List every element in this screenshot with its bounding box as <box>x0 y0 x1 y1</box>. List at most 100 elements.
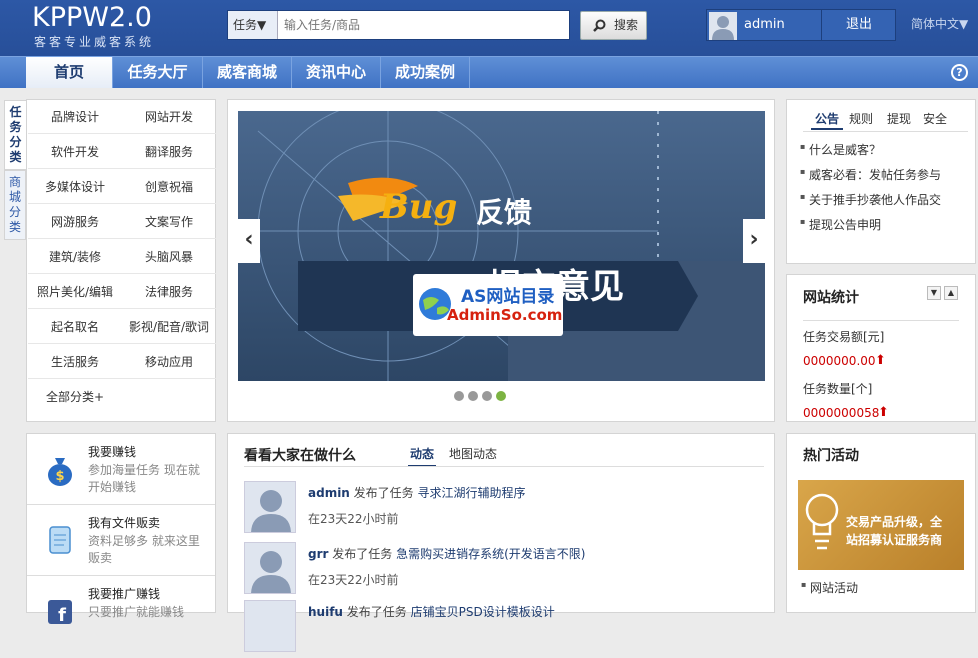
hot-image-text-1: 交易产品升级，全 <box>846 515 943 529</box>
slide-dot[interactable] <box>454 391 464 401</box>
hot-activity-link[interactable]: 网站活动 <box>801 579 858 596</box>
category-item[interactable]: 法律服务 <box>122 275 216 309</box>
stats-panel: 网站统计 ▼ ▲ 任务交易额[元] 0000000.00 ⬆ 任务数量[个] 0… <box>786 274 976 422</box>
slide-dot[interactable] <box>482 391 492 401</box>
user-avatar[interactable] <box>709 12 737 40</box>
tab-security[interactable]: 安全 <box>923 110 947 128</box>
avatar-silhouette-icon <box>251 490 291 532</box>
earn-item[interactable]: f 我要推广赚钱 只要推广就能赚钱 <box>27 576 215 647</box>
svg-text:f: f <box>58 605 66 626</box>
banner-next-arrow[interactable]: › <box>743 219 765 263</box>
user-avatar[interactable] <box>244 600 296 652</box>
hot-image-text-2: 站招募认证服务商 <box>846 533 943 547</box>
activity-time: 在23天22小时前 <box>308 573 399 587</box>
category-item[interactable]: 头脑风暴 <box>122 240 216 274</box>
watermark-top: AS网站目录 <box>461 287 555 307</box>
header-bar: KPPW2.0 客客专业威客系统 任务▼ 搜索 admin 退出 简体中文▼ <box>0 0 978 56</box>
category-item[interactable]: 软件开发 <box>28 135 122 169</box>
banner-slide[interactable]: Bug 反馈 提交意见 AS网站目录 AdminSo.com <box>238 111 765 381</box>
svg-text:$: $ <box>55 469 64 484</box>
earn-item-desc: 资料足够多 就来这里贩卖 <box>88 534 200 565</box>
notice-item[interactable]: 威客必看：发帖任务参与 <box>800 166 941 183</box>
all-categories-link[interactable]: 全部分类+ <box>28 380 122 414</box>
category-item[interactable]: 照片美化/编辑 <box>28 275 122 309</box>
search-icon <box>593 19 606 32</box>
category-item[interactable]: 品牌设计 <box>28 100 122 134</box>
banner-title: 反馈 <box>476 196 533 229</box>
tab-activity[interactable]: 动态 <box>408 445 437 467</box>
tab-map-activity[interactable]: 地图动态 <box>449 445 497 462</box>
search-input[interactable] <box>284 11 564 39</box>
collapse-down-icon[interactable]: ▼ <box>927 286 941 300</box>
category-item[interactable]: 文案写作 <box>122 205 216 239</box>
tab-notice[interactable]: 公告 <box>811 110 844 130</box>
logout-button[interactable]: 退出 <box>821 10 896 40</box>
category-item[interactable]: 翻译服务 <box>122 135 216 169</box>
nav-task-hall[interactable]: 任务大厅 <box>113 57 203 88</box>
activity-user-link[interactable]: admin <box>308 486 350 500</box>
activity-line: admin 发布了任务 寻求江湖行辅助程序 <box>308 484 526 501</box>
category-item[interactable]: 起名取名 <box>28 310 122 344</box>
avatar-silhouette-icon <box>712 16 734 40</box>
divider <box>244 466 764 467</box>
language-select[interactable]: 简体中文▼ <box>911 15 968 32</box>
earn-item-title: 我要赚钱 <box>88 445 137 459</box>
activity-task-link[interactable]: 店铺宝贝PSD设计模板设计 <box>411 605 555 619</box>
earn-item-desc: 参加海量任务 现在就开始赚钱 <box>88 463 200 494</box>
notice-item[interactable]: 关于推手抄袭他人作品交 <box>800 191 941 208</box>
category-item[interactable]: 建筑/装修 <box>28 240 122 274</box>
tab-mall-categories[interactable]: 商城分类 <box>4 170 26 240</box>
lightbulb-icon <box>805 493 839 550</box>
category-item[interactable]: 网站开发 <box>122 100 216 134</box>
notice-item[interactable]: 提现公告申明 <box>800 216 881 233</box>
notice-item[interactable]: 什么是威客？ <box>800 141 881 158</box>
money-bag-icon: $ <box>48 458 72 486</box>
stats-value-amount: 0000000.00 <box>803 354 876 368</box>
search-box: 任务▼ <box>227 10 570 40</box>
notice-panel: 公告 规则 提现 安全 什么是威客？ 威客必看：发帖任务参与 关于推手抄袭他人作… <box>786 99 976 264</box>
user-avatar[interactable] <box>244 542 296 594</box>
category-item[interactable]: 创意祝福 <box>122 170 216 204</box>
earn-item[interactable]: 我有文件贩卖 资料足够多 就来这里贩卖 <box>27 505 215 576</box>
earn-item-title: 我有文件贩卖 <box>88 516 161 530</box>
site-logo[interactable]: KPPW2.0 <box>32 2 152 33</box>
category-tabs: 任务分类 商城分类 <box>4 100 27 240</box>
tab-rules[interactable]: 规则 <box>849 110 873 128</box>
slide-dot[interactable] <box>468 391 478 401</box>
nav-news[interactable]: 资讯中心 <box>292 57 381 88</box>
activity-task-link[interactable]: 急需购买进销存系统(开发语言不限) <box>396 547 585 561</box>
activity-panel: 看看大家在做什么 动态 地图动态 admin 发布了任务 寻求江湖行辅助程序 在… <box>227 433 775 652</box>
search-type-select[interactable]: 任务▼ <box>228 11 278 39</box>
slide-dot-active[interactable] <box>496 391 506 401</box>
watermark-bottom: AdminSo.com <box>447 306 563 324</box>
banner-prev-arrow[interactable]: ‹ <box>238 219 260 263</box>
search-button[interactable]: 搜索 <box>580 11 647 40</box>
avatar-silhouette-icon <box>251 551 291 593</box>
user-box: admin 退出 <box>706 9 896 41</box>
notice-tabs: 公告 规则 提现 安全 <box>803 110 968 132</box>
tab-withdraw[interactable]: 提现 <box>887 110 911 128</box>
category-item[interactable]: 影视/配音/歌词 <box>122 310 216 344</box>
hot-title: 热门活动 <box>803 448 859 464</box>
collapse-up-icon[interactable]: ▲ <box>944 286 958 300</box>
stats-title: 网站统计 <box>803 290 859 306</box>
category-item[interactable]: 生活服务 <box>28 345 122 379</box>
activity-user-link[interactable]: huifu <box>308 605 343 619</box>
nav-home[interactable]: 首页 <box>26 57 113 88</box>
nav-cases[interactable]: 成功案例 <box>381 57 470 88</box>
category-item[interactable]: 网游服务 <box>28 205 122 239</box>
tab-task-categories[interactable]: 任务分类 <box>4 100 26 170</box>
activity-action: 发布了任务 <box>342 605 411 619</box>
earn-item[interactable]: $ 我要赚钱 参加海量任务 现在就开始赚钱 <box>27 434 215 505</box>
earn-item-desc: 只要推广就能赚钱 <box>88 605 185 619</box>
document-scroll-icon <box>49 526 71 554</box>
activity-task-link[interactable]: 寻求江湖行辅助程序 <box>418 486 526 500</box>
activity-user-link[interactable]: grr <box>308 547 328 561</box>
category-item[interactable]: 多媒体设计 <box>28 170 122 204</box>
user-avatar[interactable] <box>244 481 296 533</box>
category-item[interactable]: 移动应用 <box>122 345 216 379</box>
nav-mall[interactable]: 威客商城 <box>203 57 292 88</box>
hot-activity-image[interactable]: 交易产品升级，全 站招募认证服务商 <box>798 480 964 570</box>
help-icon[interactable]: ? <box>951 64 968 81</box>
username[interactable]: admin <box>744 10 785 40</box>
